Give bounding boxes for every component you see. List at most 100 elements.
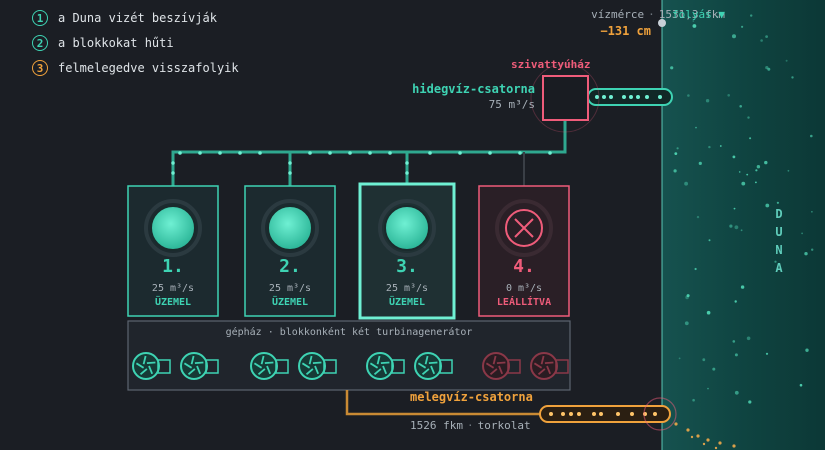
legend-text: felmelegedve visszafolyik: [58, 61, 239, 75]
river-particle: [746, 336, 751, 341]
river-particle: [719, 145, 722, 147]
river-particle: [764, 160, 768, 165]
block-4-status: LEÁLLÍTVA: [496, 297, 552, 308]
block-2-number: 2.: [279, 256, 301, 277]
pump-house-label: szivattyúház: [511, 58, 591, 71]
river-particle: [698, 161, 702, 165]
river-particle: [734, 300, 737, 303]
river-particle: [810, 134, 813, 138]
river-particle: [732, 155, 736, 159]
pump-house[interactable]: [542, 75, 589, 121]
river-particle: [811, 211, 813, 213]
cold-channel-label: hidegvíz-csatorna: [412, 82, 535, 96]
river-particle: [708, 239, 711, 242]
river-particle: [684, 181, 688, 186]
river-particle: [707, 387, 709, 390]
river-particle: [695, 126, 697, 129]
cold-pipe-dots: [171, 151, 552, 175]
legend-item: 3 felmelegedve visszafolyik: [32, 56, 239, 80]
step-badge: 1: [32, 10, 48, 26]
river-name: DUNA: [775, 207, 783, 275]
river-footer-label: torkolat: [477, 419, 531, 432]
river-particle: [765, 203, 770, 208]
river-particle: [734, 225, 739, 230]
river-particle: [732, 34, 736, 39]
river-particle: [696, 215, 700, 219]
block-1-status: ÜZEMEL: [154, 297, 192, 308]
legend-text: a Duna vizét beszívják: [58, 11, 217, 25]
river-particle: [747, 116, 750, 119]
river-particle: [734, 353, 738, 357]
block-3-status: ÜZEMEL: [388, 297, 426, 308]
river-particle: [748, 400, 752, 404]
river-particle: [765, 352, 769, 355]
river-particle: [756, 165, 761, 169]
river-particle: [804, 252, 808, 256]
river-particle: [727, 94, 730, 97]
legend-item: 2 a blokkokat hűti: [32, 31, 239, 55]
river-particle: [674, 152, 678, 156]
legend-item: 1 a Duna vizét beszívják: [32, 6, 239, 30]
block-4-number: 4.: [513, 256, 535, 277]
river-particle: [760, 39, 763, 42]
block-2-rate: 25 m³/s: [268, 283, 312, 294]
river-particle: [739, 105, 742, 108]
river-particle: [776, 201, 780, 204]
river-particle: [755, 169, 758, 172]
river-footer-km: 1526 fkm: [410, 419, 463, 432]
river-particle: [670, 66, 674, 70]
river-particle: [801, 232, 803, 235]
river-particle: [741, 181, 746, 186]
river-particle: [765, 66, 769, 70]
river-particle: [673, 169, 677, 173]
gauge-value: −131 cm: [600, 24, 651, 38]
block-3-rate: 25 m³/s: [385, 283, 429, 294]
cold-channel-rate: 75 m³/s: [488, 98, 535, 111]
legend-text: a blokkokat hűti: [58, 36, 174, 50]
block-3-number: 3.: [396, 256, 418, 277]
river-footer: 1526 fkm · torkolat: [410, 419, 531, 432]
river-particle: [805, 348, 809, 352]
gauge-label: vízmérce: [591, 8, 645, 21]
river-particle: [712, 367, 716, 371]
river-particle: [740, 285, 745, 289]
block-1-number: 1.: [162, 256, 184, 277]
river-particle: [785, 59, 788, 62]
river-particle: [694, 267, 697, 271]
intake-pipe: [587, 88, 673, 106]
river-particle: [729, 224, 733, 228]
block-4-rate: 0 m³/s: [505, 283, 543, 294]
legend: 1 a Duna vizét beszívják 2 a blokkokat h…: [32, 6, 239, 81]
river-particle: [687, 94, 690, 97]
outlet-pipe: [539, 405, 671, 423]
river-particle: [676, 147, 679, 150]
river-particle: [799, 383, 803, 387]
river-particle: [702, 358, 706, 362]
river-particle: [750, 14, 753, 17]
river-particle: [732, 340, 736, 343]
river-particle: [791, 76, 794, 79]
river-particle: [705, 99, 710, 103]
river-particle: [686, 294, 690, 298]
river-particle: [740, 229, 743, 232]
step-badge: 3: [32, 60, 48, 76]
step-badge: 2: [32, 35, 48, 51]
block-2-status: ÜZEMEL: [271, 297, 309, 308]
river-particle: [734, 390, 739, 395]
river-particle: [692, 398, 695, 402]
warm-channel-label: melegvíz-csatorna: [410, 390, 533, 404]
river-particle: [787, 169, 790, 172]
river-particle: [706, 310, 711, 315]
river-particle: [765, 35, 768, 38]
river-particle: [741, 25, 744, 28]
river-particle: [692, 24, 697, 28]
flow-direction-toggle[interactable]: folyás ▼: [672, 8, 725, 21]
block-1-rate: 25 m³/s: [151, 283, 195, 294]
river-particle: [678, 357, 681, 360]
river-particle: [746, 173, 749, 176]
river-particle: [733, 207, 736, 210]
river-particle: [755, 181, 757, 184]
river-particle: [749, 137, 752, 140]
river-particle: [811, 248, 814, 251]
river: [662, 0, 825, 450]
